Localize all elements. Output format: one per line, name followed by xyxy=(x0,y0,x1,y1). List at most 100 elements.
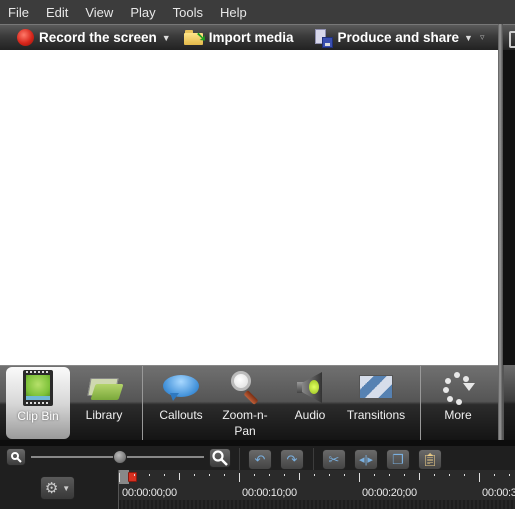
menu-help[interactable]: Help xyxy=(220,5,247,20)
tab-library[interactable]: Library xyxy=(70,366,138,441)
tab-group-divider xyxy=(420,366,421,441)
ruler-tick xyxy=(194,474,195,476)
split-icon: ◂|▸ xyxy=(359,454,373,466)
record-icon xyxy=(17,29,34,46)
gear-icon: ⚙ xyxy=(44,480,59,497)
task-tabs: Clip Bin Library Callouts Zoom-n- Pan Au… xyxy=(0,365,498,441)
ruler-tick xyxy=(479,473,480,482)
main-toolbar: Record the screen ▼ ➘ Import media Produ… xyxy=(0,24,498,50)
ruler-tick xyxy=(179,473,180,480)
ruler-tick xyxy=(269,474,270,476)
tab-label: Transitions xyxy=(346,408,406,422)
camtasia-window: File Edit View Play Tools Help Record th… xyxy=(0,0,515,509)
tab-more[interactable]: More xyxy=(426,366,490,441)
produce-share-label: Produce and share xyxy=(337,30,460,45)
ruler-time-label: 00:00:00;00 xyxy=(122,487,177,499)
clip-bin-icon xyxy=(23,370,53,406)
zoom-in-button[interactable] xyxy=(209,448,231,468)
menu-tools[interactable]: Tools xyxy=(173,5,203,20)
tab-callouts[interactable]: Callouts xyxy=(150,366,212,441)
menubar: File Edit View Play Tools Help xyxy=(0,0,515,24)
tab-label: Zoom-n- Pan xyxy=(222,408,268,438)
chevron-down-icon: ▼ xyxy=(62,483,71,493)
paste-button[interactable]: 📋︎ xyxy=(418,449,442,470)
timeline-zoom-slider-thumb[interactable] xyxy=(113,450,127,464)
clip-bin-panel xyxy=(0,50,498,365)
ruler-tick xyxy=(299,473,300,480)
redo-icon: ↷ xyxy=(286,451,298,467)
toolbar-divider xyxy=(313,448,314,472)
split-button[interactable]: ◂|▸ xyxy=(354,449,378,470)
menu-edit[interactable]: Edit xyxy=(46,5,68,20)
tab-clip-bin[interactable]: Clip Bin xyxy=(6,367,70,439)
preview-tabs-edge xyxy=(503,365,515,440)
ruler-tick xyxy=(164,474,165,476)
ruler-tick xyxy=(134,474,135,476)
produce-disk-icon xyxy=(315,28,334,48)
chevron-down-icon[interactable]: ▼ xyxy=(464,33,473,43)
tab-group-divider xyxy=(142,366,143,441)
tab-label: Library xyxy=(85,408,123,422)
ruler-tick xyxy=(374,474,375,476)
ruler-tick xyxy=(464,474,465,476)
toolbar-overflow-icon[interactable]: ▿ xyxy=(480,32,485,43)
paste-clipboard-icon: 📋︎ xyxy=(421,451,439,467)
tab-label: More xyxy=(444,408,472,422)
ruler-tick xyxy=(119,473,120,482)
ruler-tick xyxy=(329,474,330,476)
magnifier-large-icon xyxy=(212,450,228,466)
ruler-tick xyxy=(434,474,435,476)
timeline-toolbar: ↶ ↷ ✂ ◂|▸ ❐ 📋︎ xyxy=(0,440,515,472)
ruler-tick xyxy=(359,473,360,482)
preview-panel-edge xyxy=(503,24,515,440)
tab-label: Callouts xyxy=(159,408,203,422)
chevron-down-icon[interactable]: ▼ xyxy=(162,33,171,43)
zoom-out-button[interactable] xyxy=(6,448,26,466)
timeline-ruler[interactable]: 00:00:00;00 00:00:10;00 00:00:20;00 00:00:3… xyxy=(118,470,515,509)
tab-zoom-n-pan[interactable]: Zoom-n- Pan xyxy=(212,366,278,441)
ruler-tick xyxy=(449,474,450,476)
timeline-settings-button[interactable]: ⚙ ▼ xyxy=(40,476,75,500)
menu-file[interactable]: File xyxy=(8,5,29,20)
ruler-tick xyxy=(149,474,150,476)
ruler-tick xyxy=(224,474,225,476)
ruler-tick xyxy=(419,473,420,480)
import-media-button[interactable]: ➘ Import media xyxy=(171,25,294,50)
callout-bubble-icon xyxy=(163,373,199,401)
ruler-tick xyxy=(254,474,255,476)
more-dots-icon xyxy=(440,370,476,405)
speaker-icon xyxy=(294,370,326,404)
import-media-label: Import media xyxy=(208,30,294,45)
timeline-header: ⚙ ▼ 00:00:00;00 00:00:10;00 00:00:20;00 00:… xyxy=(0,470,515,509)
ruler-tick xyxy=(404,474,405,476)
produce-share-button[interactable]: Produce and share ▼ xyxy=(293,25,473,50)
menu-play[interactable]: Play xyxy=(130,5,155,20)
magnifier-small-icon xyxy=(11,452,22,463)
copy-button[interactable]: ❐ xyxy=(386,449,410,470)
library-folder-icon xyxy=(87,374,124,400)
ruler-time-label: 00:00:10;00 xyxy=(242,487,297,499)
ruler-tick xyxy=(314,474,315,476)
ruler-tick xyxy=(284,474,285,476)
ruler-tick xyxy=(494,474,495,476)
ruler-tick xyxy=(239,473,240,482)
magnifier-icon xyxy=(229,370,261,405)
ruler-tick xyxy=(344,474,345,476)
ruler-tick xyxy=(209,474,210,476)
ruler-time-label: 00:00:20;00 xyxy=(362,487,417,499)
import-folder-icon: ➘ xyxy=(183,30,207,45)
ruler-tick xyxy=(389,474,390,476)
tab-transitions[interactable]: Transitions xyxy=(340,366,412,441)
tab-audio[interactable]: Audio xyxy=(280,366,340,441)
playhead-handle[interactable] xyxy=(128,472,137,482)
record-screen-button[interactable]: Record the screen ▼ xyxy=(0,25,171,50)
tab-label: Clip Bin xyxy=(17,409,59,423)
cut-button[interactable]: ✂ xyxy=(322,449,346,470)
scissors-icon: ✂ xyxy=(328,451,340,467)
menu-view[interactable]: View xyxy=(85,5,113,20)
redo-button[interactable]: ↷ xyxy=(280,449,304,470)
preview-toolbar-edge xyxy=(503,24,515,50)
toolbar-divider xyxy=(239,448,240,472)
undo-button[interactable]: ↶ xyxy=(248,449,272,470)
tab-label: Audio xyxy=(294,408,326,422)
